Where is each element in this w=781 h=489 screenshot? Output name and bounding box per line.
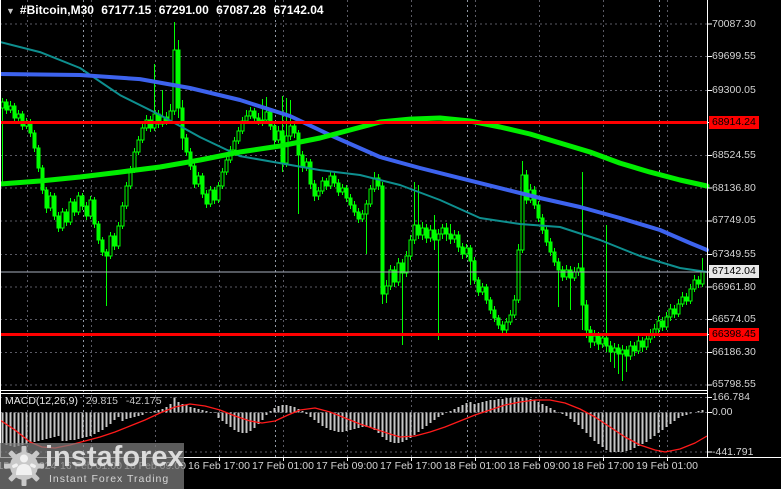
macd-axis-label: 0.00 [712, 406, 733, 418]
price-axis-label: 66961.80 [712, 280, 756, 293]
ohlc-close: 67142.04 [273, 3, 324, 17]
symbol-dropdown-icon[interactable]: ▼ [6, 6, 15, 16]
instaforex-watermark: instaforex Instant Forex Trading [0, 441, 184, 489]
price-axis-label: 68524.55 [712, 149, 756, 162]
time-axis-label: 19 Feb 01:00 [636, 460, 698, 472]
watermark-brand: instaforex [45, 441, 184, 473]
time-axis-label: 17 Feb 01:00 [252, 460, 314, 472]
ohlc-high: 67291.00 [158, 3, 209, 17]
watermark-tagline: Instant Forex Trading [49, 473, 170, 485]
price-axis-label: 70087.30 [712, 17, 756, 30]
macd-indicator-label: MACD(12,26,9) 29.815 -42.175 [5, 395, 162, 407]
ohlc-open: 67177.15 [101, 3, 152, 17]
price-axis-label: 65798.55 [712, 378, 756, 391]
price-axis-label: 66574.05 [712, 313, 756, 326]
price-axis-label: 66186.30 [712, 345, 756, 358]
time-axis-label: 18 Feb 17:00 [572, 460, 634, 472]
macd-main-value: 29.815 [85, 395, 118, 407]
time-axis-label: 18 Feb 09:00 [508, 460, 570, 472]
time-axis-label: 17 Feb 17:00 [380, 460, 442, 472]
price-axis-label: 67749.05 [712, 214, 756, 227]
chart-canvas[interactable] [0, 0, 781, 489]
macd-axis-label: 166.784 [712, 391, 750, 404]
price-line-label: 68914.24 [709, 116, 759, 130]
chart-title: ▼ #Bitcoin,M30 67177.15 67291.00 67087.28… [6, 3, 328, 17]
ohlc-low: 67087.28 [216, 3, 267, 17]
instaforex-gear-icon [4, 446, 44, 486]
price-axis-label: 67349.55 [712, 247, 756, 260]
mt4-chart-window: ▼ #Bitcoin,M30 67177.15 67291.00 67087.28… [0, 0, 781, 489]
price-axis-label: 69699.55 [712, 50, 756, 63]
price-line-label: 67142.04 [709, 265, 759, 279]
time-axis-label: 16 Feb 17:00 [188, 460, 250, 472]
time-axis-label: 18 Feb 01:00 [444, 460, 506, 472]
macd-axis-label: -441.791 [712, 445, 754, 458]
macd-signal-value: -42.175 [125, 395, 162, 407]
price-line-label: 66398.45 [709, 327, 759, 341]
time-axis-label: 17 Feb 09:00 [316, 460, 378, 472]
symbol-period-label: #Bitcoin,M30 [19, 3, 94, 17]
macd-name: MACD(12,26,9) [5, 395, 78, 407]
price-axis-label: 68136.80 [712, 181, 756, 194]
price-axis-label: 69300.05 [712, 83, 756, 96]
